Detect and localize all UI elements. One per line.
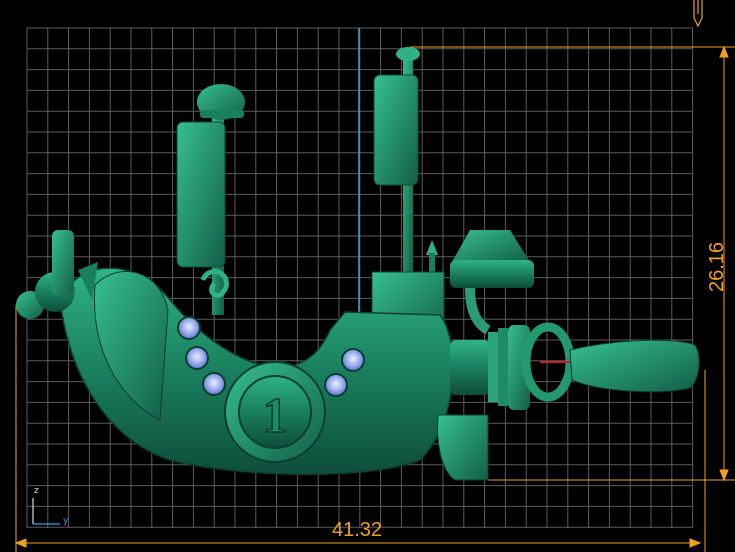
3d-viewport[interactable]: 1 41.32 26.16 z y: [0, 0, 735, 552]
rudder: [437, 414, 489, 481]
axis-z-label: z: [34, 486, 39, 496]
propeller-shaft: [450, 325, 530, 410]
number-badge: 1: [224, 361, 326, 463]
viewport-canvas: 1: [14, 0, 735, 552]
axis-triad-icon: [32, 498, 60, 525]
height-dimension-label: 26.16: [706, 241, 728, 292]
ship-model[interactable]: 1: [16, 47, 700, 481]
right-mast: [373, 47, 438, 275]
pin-marker-icon: [693, 0, 703, 28]
funnel: [450, 230, 534, 335]
width-dimension-label: 41.32: [332, 519, 383, 541]
badge-number: 1: [263, 387, 288, 443]
axis-y-label: y: [63, 516, 69, 526]
propeller-blade: [569, 339, 700, 393]
